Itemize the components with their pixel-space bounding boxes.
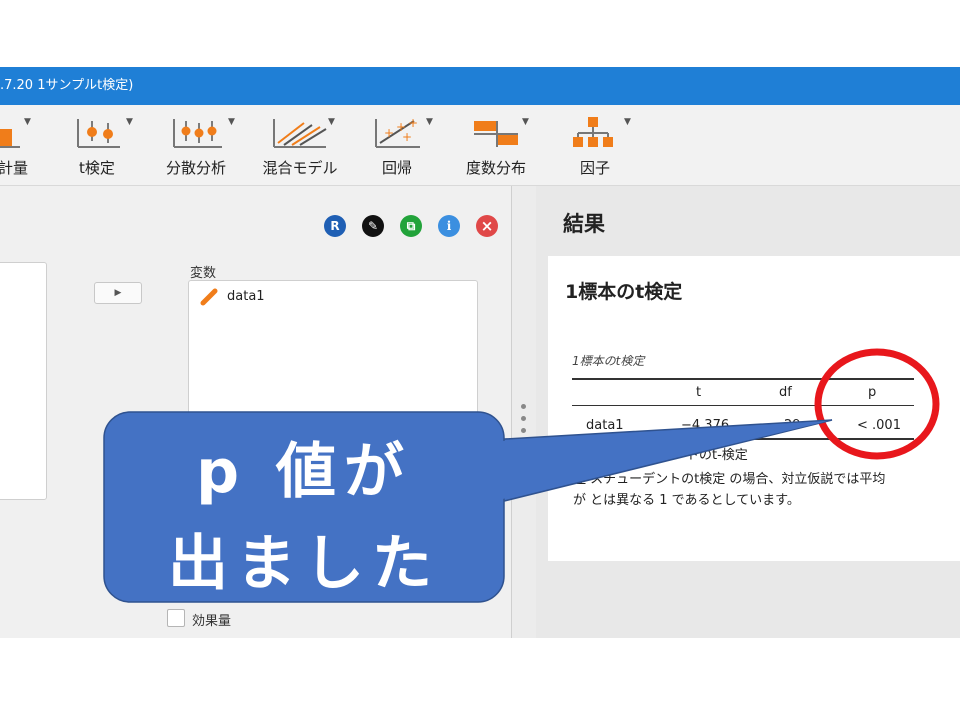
callout-line-2: 出ました (168, 529, 440, 599)
highlight-circle (814, 348, 940, 460)
callout-overlay (103, 348, 940, 603)
callout-line-1: p 値が (196, 437, 412, 507)
